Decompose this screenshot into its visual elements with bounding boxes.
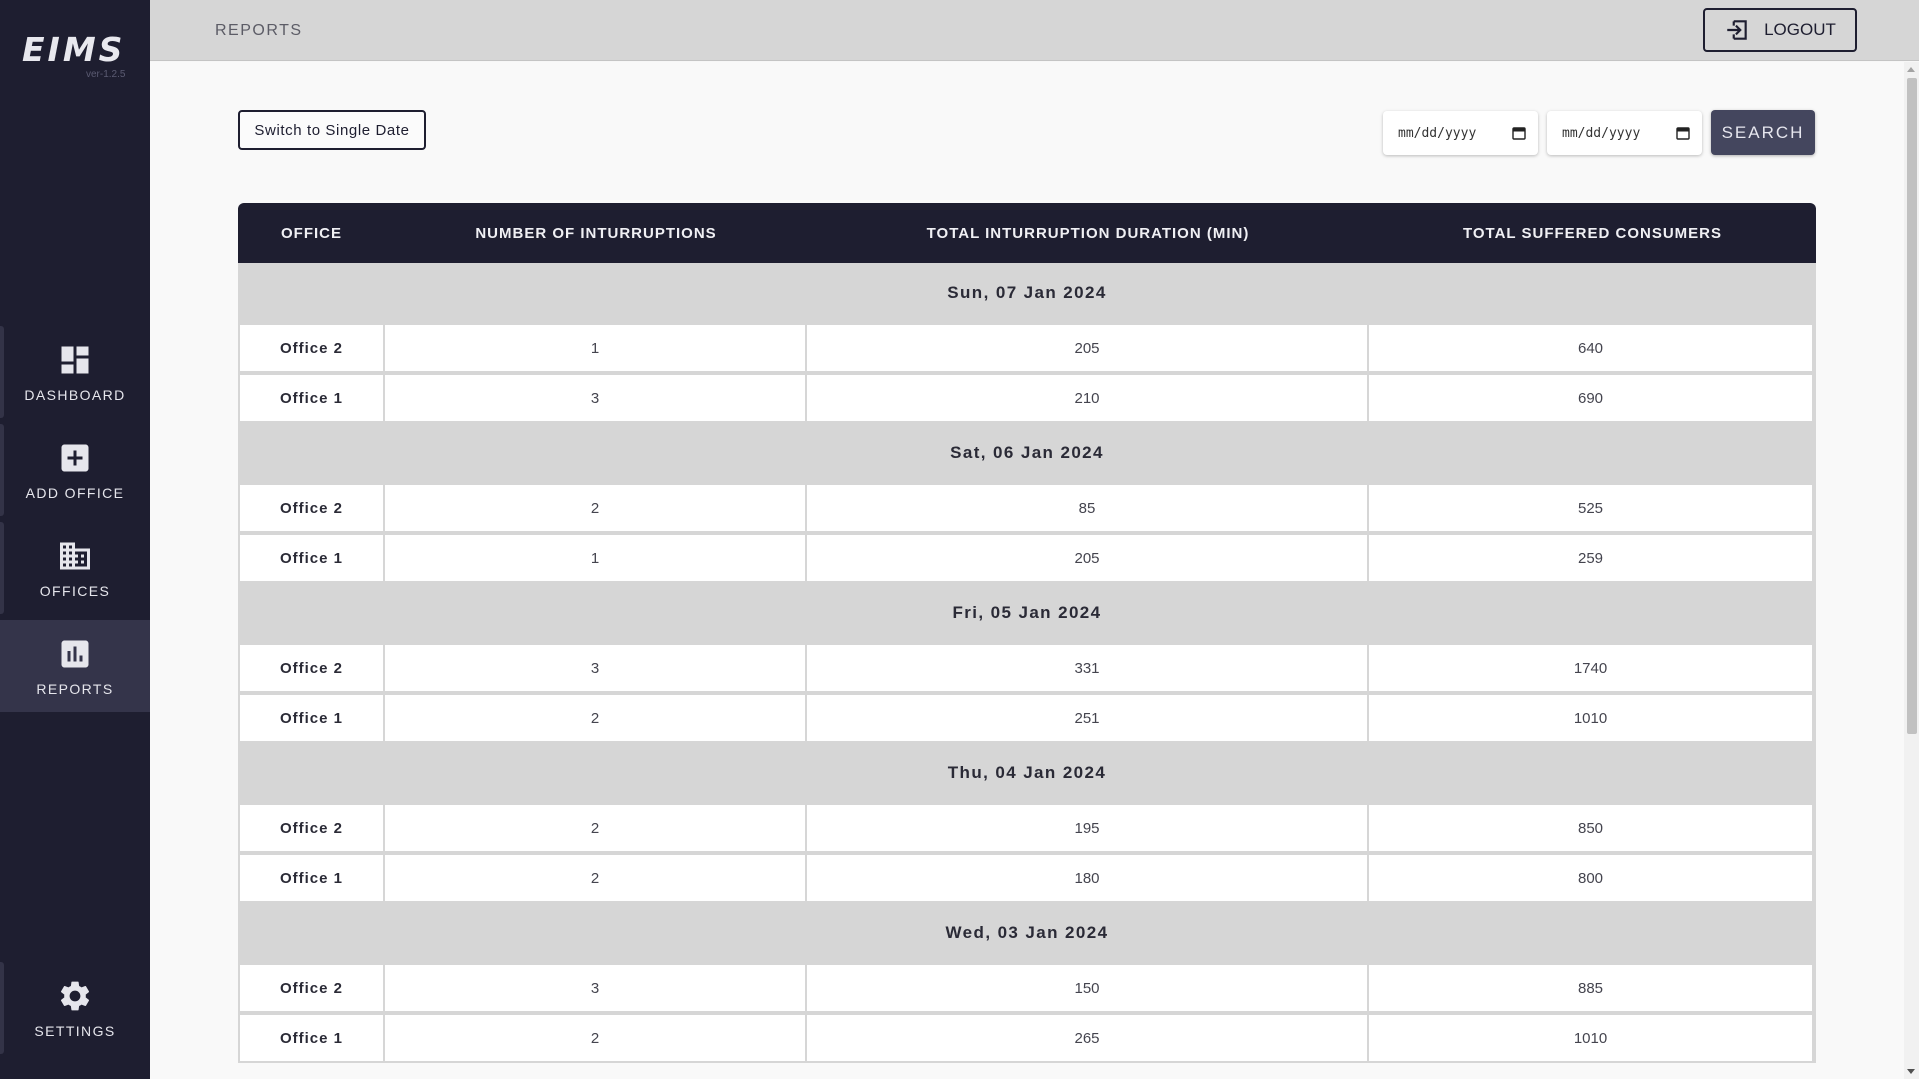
logout-icon (1727, 20, 1747, 40)
table-row: Office 2 2 195 850 (238, 803, 1816, 853)
date-group-row: Thu, 04 Jan 2024 (238, 743, 1816, 803)
cell-interruptions: 2 (385, 485, 805, 531)
cell-duration: 265 (807, 1015, 1367, 1061)
logout-button[interactable]: LOGOUT (1703, 8, 1857, 52)
scrollbar-thumb[interactable] (1907, 78, 1917, 734)
add-box-icon (61, 444, 89, 471)
sidebar: EIMS ver-1.2.5 DASHBOARD ADD OFFICE OFFI… (0, 0, 150, 1079)
cell-consumers: 525 (1369, 485, 1812, 531)
sidebar-item-reports[interactable]: REPORTS (0, 620, 150, 712)
main-content: Switch to Single Date mm/dd/yyyy mm/dd/y… (150, 62, 1904, 1079)
cell-office: Office 1 (240, 375, 383, 421)
cell-duration: 150 (807, 965, 1367, 1011)
table-row: Office 1 1 205 259 (238, 533, 1816, 583)
cell-interruptions: 2 (385, 695, 805, 741)
calendar-icon[interactable] (1512, 126, 1526, 140)
report-table: OFFICE NUMBER OF INTURRUPTIONS TOTAL INT… (238, 203, 1816, 1063)
cell-office: Office 1 (240, 855, 383, 901)
top-bar: REPORTS LOGOUT (150, 0, 1919, 61)
building-icon (60, 542, 90, 569)
sidebar-item-label: ADD OFFICE (25, 484, 125, 501)
sidebar-item-label: REPORTS (36, 680, 114, 697)
date-group-row: Fri, 05 Jan 2024 (238, 583, 1816, 643)
table-row: Office 1 2 251 1010 (238, 693, 1816, 743)
calendar-icon[interactable] (1676, 126, 1690, 140)
cell-office: Office 2 (240, 645, 383, 691)
cell-duration: 331 (807, 645, 1367, 691)
table-row: Office 2 2 85 525 (238, 483, 1816, 533)
cell-interruptions: 2 (385, 1015, 805, 1061)
sidebar-item-label: OFFICES (39, 582, 111, 599)
cell-office: Office 1 (240, 535, 383, 581)
column-header-interruptions: NUMBER OF INTURRUPTIONS (475, 224, 717, 242)
cell-duration: 85 (807, 485, 1367, 531)
cell-consumers: 1010 (1369, 1015, 1812, 1061)
table-row: Office 1 3 210 690 (238, 373, 1816, 423)
cell-consumers: 885 (1369, 965, 1812, 1011)
cell-office: Office 1 (240, 695, 383, 741)
table-row: Office 2 1 205 640 (238, 323, 1816, 373)
dashboard-icon (61, 346, 89, 373)
cell-interruptions: 3 (385, 645, 805, 691)
app-logo: EIMS ver-1.2.5 (22, 30, 132, 80)
date-group-row: Sun, 07 Jan 2024 (238, 263, 1816, 323)
table-row: Office 1 2 265 1010 (238, 1013, 1816, 1063)
table-row: Office 1 2 180 800 (238, 853, 1816, 903)
column-header-office: OFFICE (281, 224, 342, 242)
start-date-placeholder: mm/dd/yyyy (1398, 125, 1477, 141)
search-button[interactable]: SEARCH (1711, 110, 1815, 155)
cell-duration: 180 (807, 855, 1367, 901)
table-body: Sun, 07 Jan 2024 Office 2 1 205 640 Office 13… (238, 263, 1816, 1063)
vertical-scrollbar[interactable] (1904, 62, 1919, 1079)
cell-office: Office 2 (240, 325, 383, 371)
table-row: Office 2 3 150 885 (238, 963, 1816, 1013)
gear-icon (60, 981, 90, 1010)
start-date-input[interactable]: mm/dd/yyyy (1383, 111, 1538, 155)
column-header-consumers: TOTAL SUFFERED CONSUMERS (1462, 224, 1722, 242)
cell-duration: 210 (807, 375, 1367, 421)
cell-consumers: 1740 (1369, 645, 1812, 691)
scroll-up-arrow[interactable] (1907, 67, 1915, 72)
cell-duration: 205 (807, 325, 1367, 371)
app-name: EIMS (22, 30, 126, 69)
cell-consumers: 690 (1369, 375, 1812, 421)
cell-interruptions: 3 (385, 375, 805, 421)
table-header: OFFICE NUMBER OF INTURRUPTIONS TOTAL INT… (238, 203, 1816, 263)
cell-interruptions: 3 (385, 965, 805, 1011)
sidebar-item-dashboard[interactable]: DASHBOARD (0, 326, 150, 418)
cell-interruptions: 2 (385, 855, 805, 901)
sidebar-item-settings[interactable]: SETTINGS (0, 962, 150, 1054)
cell-office: Office 2 (240, 485, 383, 531)
cell-duration: 205 (807, 535, 1367, 581)
scroll-down-arrow[interactable] (1907, 1069, 1915, 1074)
sidebar-item-label: SETTINGS (34, 1022, 116, 1039)
logout-label: LOGOUT (1764, 20, 1836, 39)
app-version: ver-1.2.5 (86, 69, 126, 80)
page-title: REPORTS (215, 22, 303, 39)
cell-duration: 251 (807, 695, 1367, 741)
cell-interruptions: 1 (385, 325, 805, 371)
sidebar-item-add-office[interactable]: ADD OFFICE (0, 424, 150, 516)
sidebar-item-offices[interactable]: OFFICES (0, 522, 150, 614)
table-row: Office 2 3 331 1740 (238, 643, 1816, 693)
cell-interruptions: 1 (385, 535, 805, 581)
cell-office: Office 2 (240, 805, 383, 851)
end-date-placeholder: mm/dd/yyyy (1562, 125, 1641, 141)
cell-office: Office 1 (240, 1015, 383, 1061)
column-header-duration: TOTAL INTURRUPTION DURATION (MIN) (926, 224, 1250, 242)
date-group-row: Wed, 03 Jan 2024 (238, 903, 1816, 963)
bar-chart-icon (61, 640, 89, 667)
cell-consumers: 800 (1369, 855, 1812, 901)
cell-consumers: 850 (1369, 805, 1812, 851)
cell-duration: 195 (807, 805, 1367, 851)
date-group-row: Sat, 06 Jan 2024 (238, 423, 1816, 483)
end-date-input[interactable]: mm/dd/yyyy (1547, 111, 1702, 155)
cell-consumers: 259 (1369, 535, 1812, 581)
cell-interruptions: 2 (385, 805, 805, 851)
switch-to-single-date-button[interactable]: Switch to Single Date (238, 110, 426, 150)
cell-office: Office 2 (240, 965, 383, 1011)
sidebar-item-label: DASHBOARD (24, 386, 126, 403)
cell-consumers: 1010 (1369, 695, 1812, 741)
cell-consumers: 640 (1369, 325, 1812, 371)
